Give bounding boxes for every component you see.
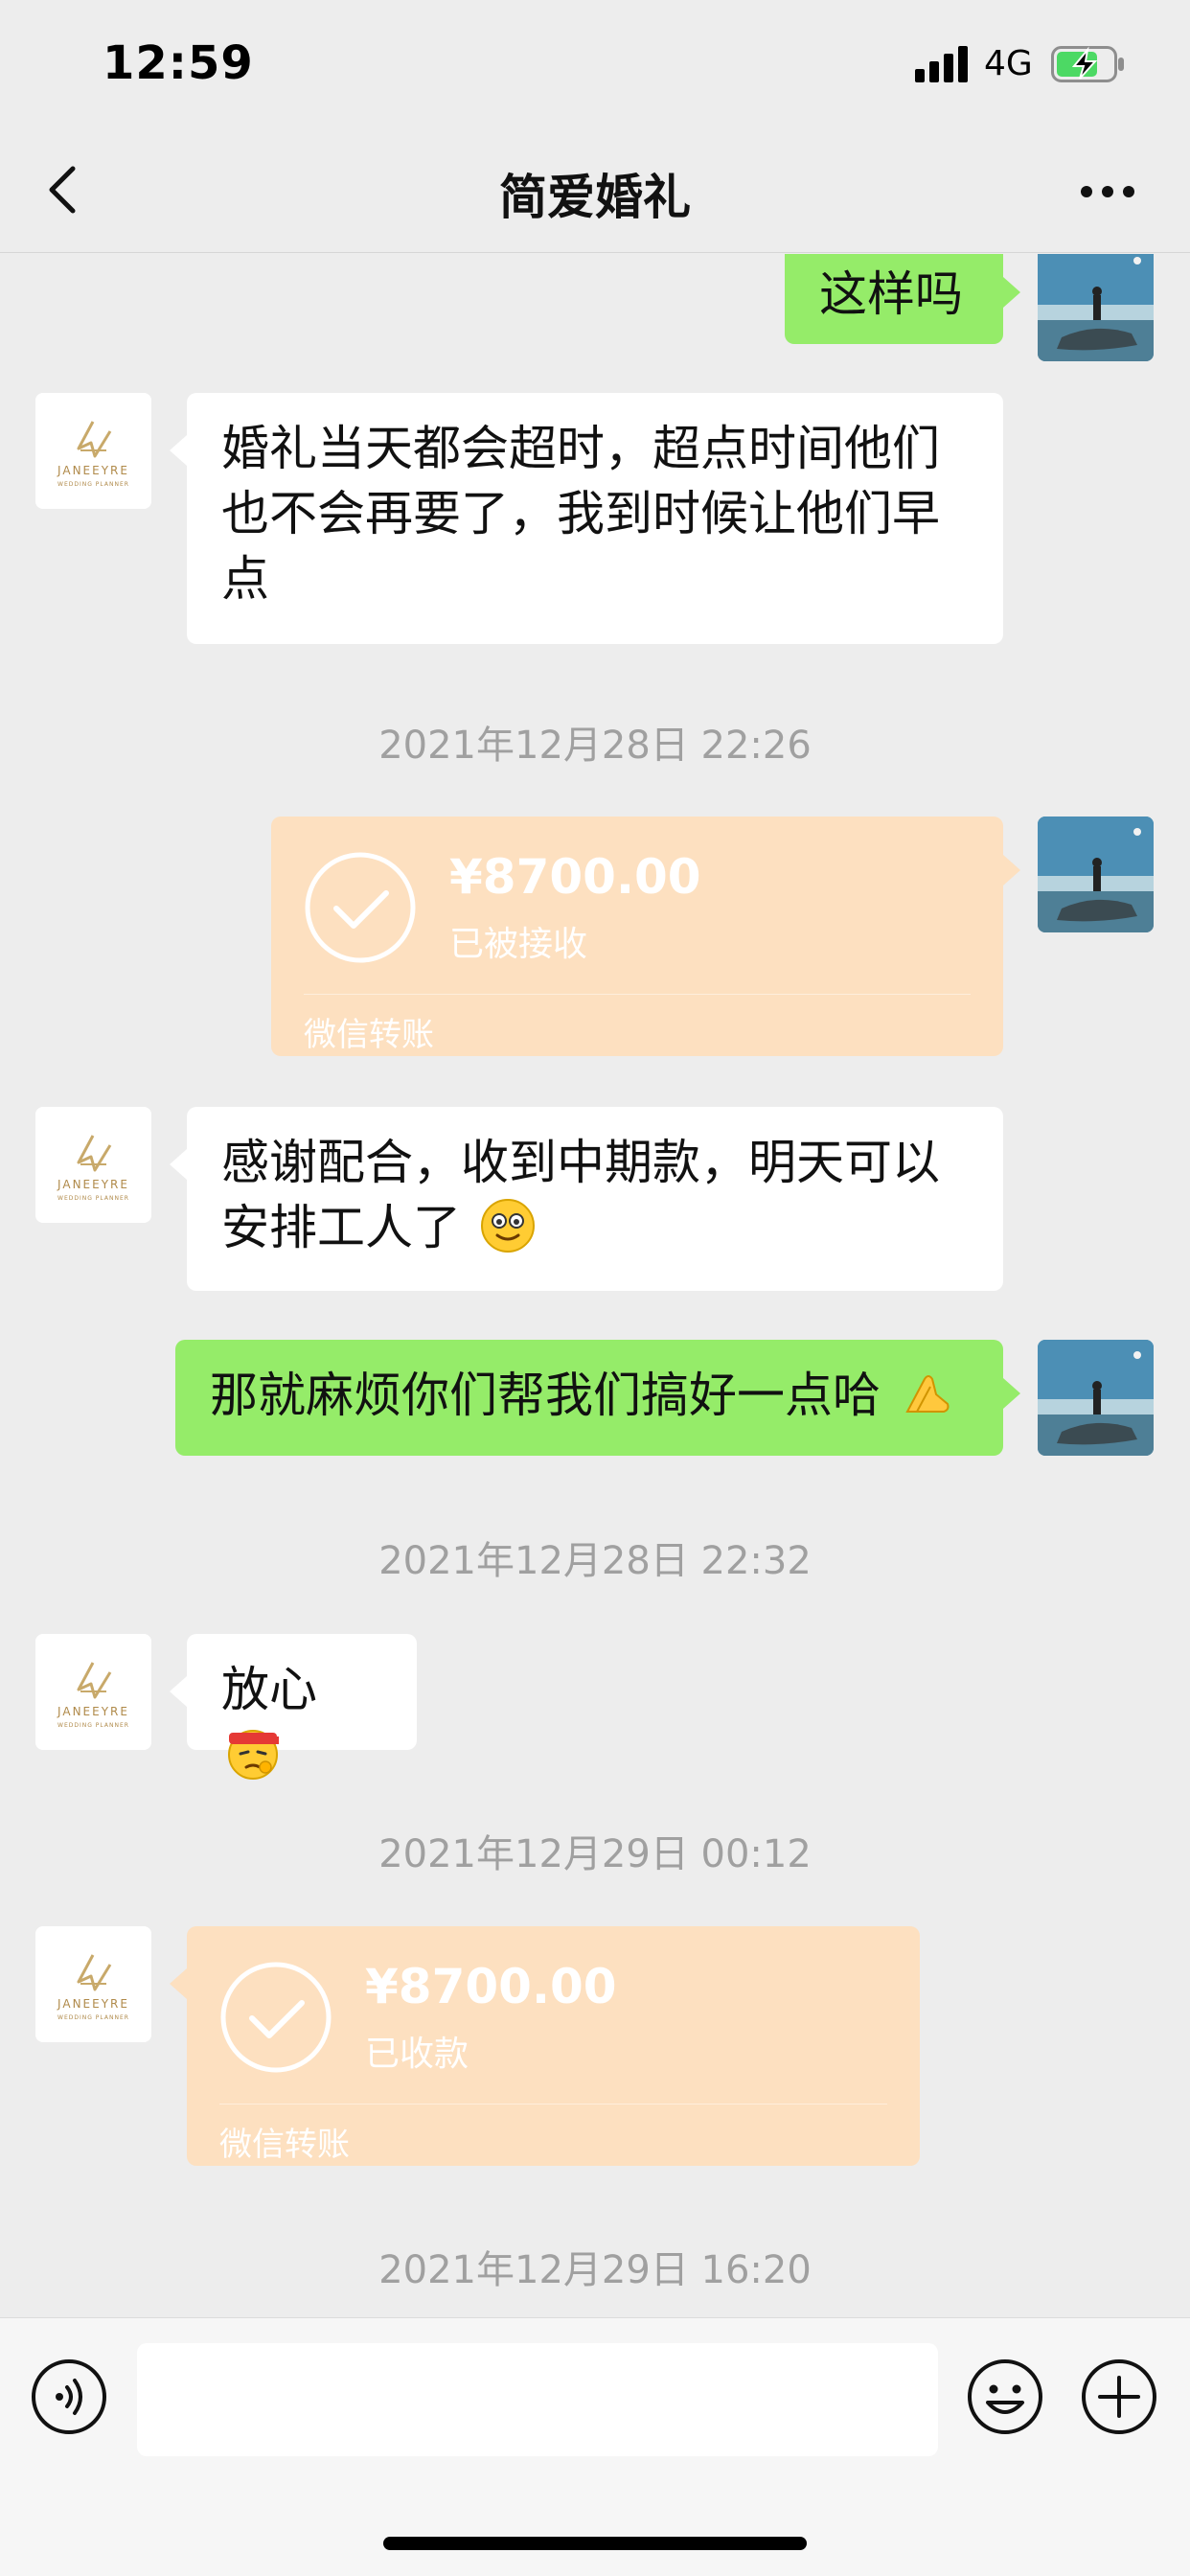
ellipsis-icon[interactable] [1079, 184, 1136, 199]
nav-bar: 简爱婚礼 [0, 126, 1190, 253]
my-avatar[interactable] [1038, 254, 1154, 361]
message-text: 放心 [221, 1662, 317, 1717]
logo-tagline: WEDDING PLANNER [57, 1722, 129, 1729]
check-circle-icon [220, 1962, 332, 2073]
contact-avatar[interactable]: JANEEYRE WEDDING PLANNER [35, 1107, 151, 1223]
chat-title: 简爱婚礼 [499, 170, 691, 225]
message-text: 那就麻烦你们帮我们搞好一点哈 [210, 1368, 881, 1423]
emoji-icon[interactable] [967, 2358, 1043, 2435]
plus-icon[interactable] [1081, 2358, 1157, 2435]
message-bubble-incoming[interactable]: 感谢配合，收到中期款，明天可以 安排工人了 [170, 1107, 1003, 1291]
message-bubble-outgoing[interactable]: 这样吗 [785, 254, 1020, 344]
smile-emoji-icon [480, 1199, 535, 1253]
logo-brand: JANEEYRE [57, 464, 129, 477]
message-timestamp: 2021年12月28日 22:32 [378, 1539, 812, 1583]
home-indicator[interactable] [383, 2537, 807, 2550]
contact-avatar[interactable]: JANEEYRE WEDDING PLANNER [35, 393, 151, 509]
avatar-photo-image [1038, 254, 1154, 361]
determined-emoji-icon [228, 1730, 279, 1780]
transfer-status: 已被接收 [449, 925, 588, 964]
message-line: 婚礼当天都会超时，超点时间他们 [221, 421, 940, 476]
message-input[interactable] [137, 2343, 938, 2456]
message-timestamp: 2021年12月28日 22:26 [378, 724, 812, 768]
message-bubble-incoming[interactable]: 婚礼当天都会超时，超点时间他们 也不会再要了，我到时候让他们早 点 [170, 393, 1003, 644]
message-timestamp: 2021年12月29日 16:20 [378, 2248, 812, 2292]
status-bar: 12:59 4G [0, 0, 1190, 126]
network-type: 4G [984, 44, 1033, 83]
message-line: 安排工人了 [221, 1200, 461, 1255]
transfer-amount: ¥8700.00 [449, 849, 701, 905]
janeeyre-logo-icon [35, 1107, 151, 1223]
logo-brand: JANEEYRE [57, 1705, 129, 1718]
input-bar [0, 2317, 1190, 2576]
message-timestamp: 2021年12月29日 00:12 [378, 1832, 812, 1876]
pray-emoji-icon [905, 1375, 950, 1413]
contact-avatar[interactable]: JANEEYRE WEDDING PLANNER [35, 1926, 151, 2042]
avatar-photo-image [1038, 1340, 1154, 1456]
logo-tagline: WEDDING PLANNER [57, 2014, 129, 2021]
contact-avatar[interactable]: JANEEYRE WEDDING PLANNER [35, 1634, 151, 1750]
message-line-with-emoji: 安排工人了 [221, 1195, 969, 1260]
transfer-amount: ¥8700.00 [365, 1959, 617, 2014]
transfer-card[interactable]: ¥8700.00 已收款 微信转账 [170, 1926, 920, 2166]
my-avatar[interactable] [1038, 1340, 1154, 1456]
transfer-divider [304, 994, 971, 995]
transfer-status: 已收款 [365, 2035, 469, 2074]
avatar-photo-image [1038, 816, 1154, 932]
battery-charging-icon [1051, 46, 1124, 82]
transfer-card[interactable]: ¥8700.00 已被接收 微信转账 [271, 816, 1020, 1056]
message-line: 感谢配合，收到中期款，明天可以 [221, 1135, 940, 1190]
message-line: 点 [221, 551, 269, 607]
message-bubble-incoming[interactable]: 放心 [170, 1634, 417, 1780]
logo-brand: JANEEYRE [57, 1178, 129, 1191]
status-time: 12:59 [103, 36, 254, 90]
message-line: 也不会再要了，我到时候让他们早 [221, 486, 940, 541]
transfer-label: 微信转账 [304, 1016, 434, 1054]
message-bubble-outgoing[interactable]: 那就麻烦你们帮我们搞好一点哈 [175, 1340, 1020, 1456]
chat-area[interactable]: 这样吗 JANEEYRE WEDDING PLANNER 婚礼当天都会超时，超点… [0, 254, 1190, 2317]
janeeyre-logo-icon [35, 1926, 151, 2042]
message-text: 这样吗 [819, 266, 963, 322]
logo-tagline: WEDDING PLANNER [57, 1195, 129, 1202]
janeeyre-logo-icon [35, 393, 151, 509]
logo-tagline: WEDDING PLANNER [57, 481, 129, 488]
signal-icon [915, 44, 969, 82]
my-avatar[interactable] [1038, 816, 1154, 932]
logo-brand: JANEEYRE [57, 1997, 129, 2011]
janeeyre-logo-icon [35, 1634, 151, 1750]
voice-icon[interactable] [31, 2358, 107, 2435]
transfer-label: 微信转账 [219, 2126, 350, 2164]
check-circle-icon [305, 852, 416, 963]
